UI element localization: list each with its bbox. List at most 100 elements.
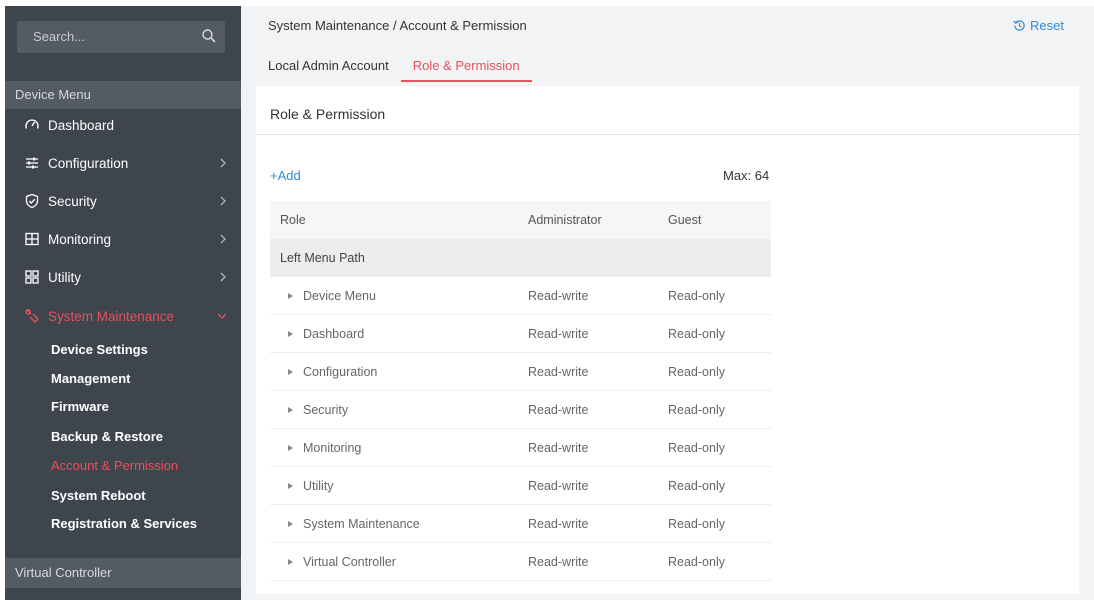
add-button[interactable]: +Add	[270, 168, 301, 183]
expand-row-cell[interactable]: Dashboard	[270, 315, 364, 352]
guest-permission: Read-only	[668, 516, 725, 531]
breadcrumb: System Maintenance / Account & Permissio…	[268, 18, 527, 33]
divider	[256, 134, 1079, 135]
expand-row-cell[interactable]: System Maintenance	[270, 505, 420, 542]
permission-table: Role Administrator Guest Left Menu Path …	[270, 201, 771, 581]
wrench-icon	[24, 308, 40, 324]
menu-path: Dashboard	[303, 326, 365, 341]
table-row[interactable]: Virtual Controller Read-write Read-only	[270, 543, 771, 581]
chevron-right-icon	[220, 272, 226, 282]
guest-permission: Read-only	[668, 326, 725, 341]
table-row[interactable]: Device Menu Read-write Read-only	[270, 277, 771, 315]
expand-row-cell[interactable]: Monitoring	[270, 429, 361, 466]
guest-permission: Read-only	[668, 554, 725, 569]
expand-arrow-icon[interactable]	[288, 520, 293, 527]
grid-icon	[24, 269, 40, 285]
administrator-permission: Read-write	[528, 326, 589, 341]
expand-row-cell[interactable]: Utility	[270, 467, 334, 504]
group-label: Left Menu Path	[280, 251, 365, 265]
sidebar-item-label: Security	[48, 193, 97, 209]
expand-row-cell[interactable]: Security	[270, 391, 348, 428]
sidebar-item-monitoring[interactable]: Monitoring	[5, 221, 241, 257]
table-row[interactable]: Dashboard Read-write Read-only	[270, 315, 771, 353]
tab-local-admin-account[interactable]: Local Admin Account	[268, 58, 389, 82]
sidebar-item-label: Monitoring	[48, 231, 112, 247]
expand-arrow-icon[interactable]	[288, 292, 293, 299]
table-group-row: Left Menu Path	[270, 239, 771, 277]
reset-button[interactable]: Reset	[1013, 18, 1064, 33]
tab-role-permission[interactable]: Role & Permission	[400, 58, 532, 82]
sidebar: Search... Device Menu Dashboard Configur…	[5, 6, 241, 600]
main-content: System Maintenance / Account & Permissio…	[241, 6, 1094, 600]
sidebar-item-dashboard[interactable]: Dashboard	[5, 107, 241, 143]
administrator-permission: Read-write	[528, 288, 589, 303]
expand-row-cell[interactable]: Configuration	[270, 353, 377, 390]
menu-path: Monitoring	[303, 440, 362, 455]
expand-arrow-icon[interactable]	[288, 558, 293, 565]
sidebar-subitem-management[interactable]: Management	[51, 366, 130, 392]
sidebar-item-label: Utility	[48, 269, 81, 285]
table-row[interactable]: Configuration Read-write Read-only	[270, 353, 771, 391]
expand-arrow-icon[interactable]	[288, 482, 293, 489]
chevron-down-icon	[217, 313, 227, 319]
sidebar-subitem-account-permission[interactable]: Account & Permission	[51, 453, 178, 479]
expand-arrow-icon[interactable]	[288, 368, 293, 375]
search-input[interactable]: Search...	[17, 21, 225, 53]
reset-label: Reset	[1030, 18, 1064, 33]
guest-permission: Read-only	[668, 440, 725, 455]
search-icon[interactable]	[201, 28, 217, 44]
device-menu-header: Device Menu	[5, 81, 241, 109]
column-header-role: Role	[280, 213, 306, 227]
sidebar-subitem-device-settings[interactable]: Device Settings	[51, 337, 148, 363]
sidebar-subitem-registration-services[interactable]: Registration & Services	[51, 511, 197, 537]
role-permission-card: Role & Permission +Add Max: 64 Role Admi…	[256, 86, 1079, 594]
table-row[interactable]: System Maintenance Read-write Read-only	[270, 505, 771, 543]
expand-arrow-icon[interactable]	[288, 444, 293, 451]
max-count: Max: 64	[723, 168, 770, 183]
shield-icon	[24, 193, 40, 209]
sidebar-item-system-maintenance[interactable]: System Maintenance	[5, 298, 241, 334]
expand-arrow-icon[interactable]	[288, 406, 293, 413]
sliders-icon	[24, 155, 40, 171]
guest-permission: Read-only	[668, 402, 725, 417]
menu-path: Device Menu	[303, 288, 376, 303]
gauge-icon	[24, 117, 40, 133]
expand-row-cell[interactable]: Device Menu	[270, 277, 376, 314]
chevron-right-icon	[220, 234, 226, 244]
search-placeholder: Search...	[33, 29, 86, 44]
reset-icon	[1013, 20, 1025, 31]
administrator-permission: Read-write	[528, 478, 589, 493]
column-header-guest: Guest	[668, 213, 702, 227]
tab-bar: Local Admin Account Role & Permission	[268, 58, 532, 82]
monitor-icon	[24, 231, 40, 247]
sidebar-subitem-firmware[interactable]: Firmware	[51, 394, 109, 420]
menu-path: Security	[303, 402, 349, 417]
table-row[interactable]: Monitoring Read-write Read-only	[270, 429, 771, 467]
virtual-controller-header[interactable]: Virtual Controller	[5, 558, 241, 588]
column-header-administrator: Administrator	[528, 213, 602, 227]
chevron-right-icon	[220, 196, 226, 206]
sidebar-subitem-backup-restore[interactable]: Backup & Restore	[51, 424, 163, 450]
expand-arrow-icon[interactable]	[288, 330, 293, 337]
app-window: Search... Device Menu Dashboard Configur…	[0, 0, 1094, 600]
sidebar-item-utility[interactable]: Utility	[5, 259, 241, 295]
menu-path: Configuration	[303, 364, 378, 379]
expand-row-cell[interactable]: Virtual Controller	[270, 543, 396, 580]
sidebar-item-label: System Maintenance	[48, 308, 175, 324]
table-header-row: Role Administrator Guest	[270, 201, 771, 239]
guest-permission: Read-only	[668, 288, 725, 303]
sidebar-subitem-system-reboot[interactable]: System Reboot	[51, 483, 146, 509]
sidebar-item-configuration[interactable]: Configuration	[5, 145, 241, 181]
administrator-permission: Read-write	[528, 440, 589, 455]
table-row[interactable]: Security Read-write Read-only	[270, 391, 771, 429]
table-row[interactable]: Utility Read-write Read-only	[270, 467, 771, 505]
sidebar-item-security[interactable]: Security	[5, 183, 241, 219]
administrator-permission: Read-write	[528, 516, 589, 531]
guest-permission: Read-only	[668, 478, 725, 493]
menu-path: Virtual Controller	[303, 554, 396, 569]
menu-path: System Maintenance	[303, 516, 420, 531]
card-title: Role & Permission	[270, 106, 386, 122]
chevron-right-icon	[220, 158, 226, 168]
menu-path: Utility	[303, 478, 334, 493]
administrator-permission: Read-write	[528, 554, 589, 569]
